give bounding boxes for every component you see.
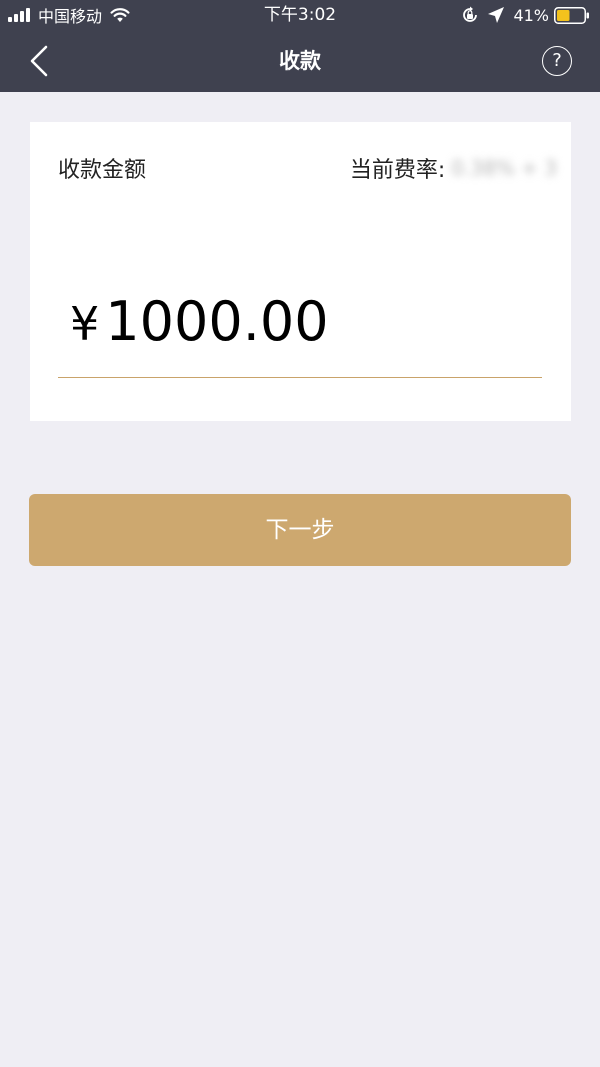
battery-percent: 41%	[513, 5, 549, 25]
status-bar-right: 41%	[461, 4, 590, 26]
page-title: 收款	[279, 49, 321, 73]
help-button[interactable]: ?	[542, 46, 572, 76]
next-button[interactable]: 下一步	[29, 494, 571, 566]
app-header: 中国移动 下午3:02 41% 收款 ?	[0, 0, 600, 92]
fee-rate: 当前费率: 0.38% + 3	[350, 152, 557, 184]
nav-bar: 收款 ?	[0, 30, 600, 92]
lock-rotation-icon	[463, 6, 478, 22]
status-bar: 中国移动 下午3:02 41%	[0, 0, 600, 30]
fee-rate-value: 0.38% + 3	[451, 156, 557, 180]
battery-icon	[554, 6, 589, 24]
fee-rate-label: 当前费率:	[349, 158, 446, 183]
amount-underline	[58, 377, 542, 378]
currency-symbol: ¥	[70, 297, 100, 351]
amount-card: 收款金额 当前费率: 0.38% + 3 ¥ 1000.00	[30, 122, 571, 421]
amount-input[interactable]: ¥ 1000.00	[70, 290, 329, 353]
location-arrow-icon	[488, 7, 505, 23]
amount-value[interactable]: 1000.00	[105, 290, 328, 353]
amount-label: 收款金额	[58, 158, 147, 183]
